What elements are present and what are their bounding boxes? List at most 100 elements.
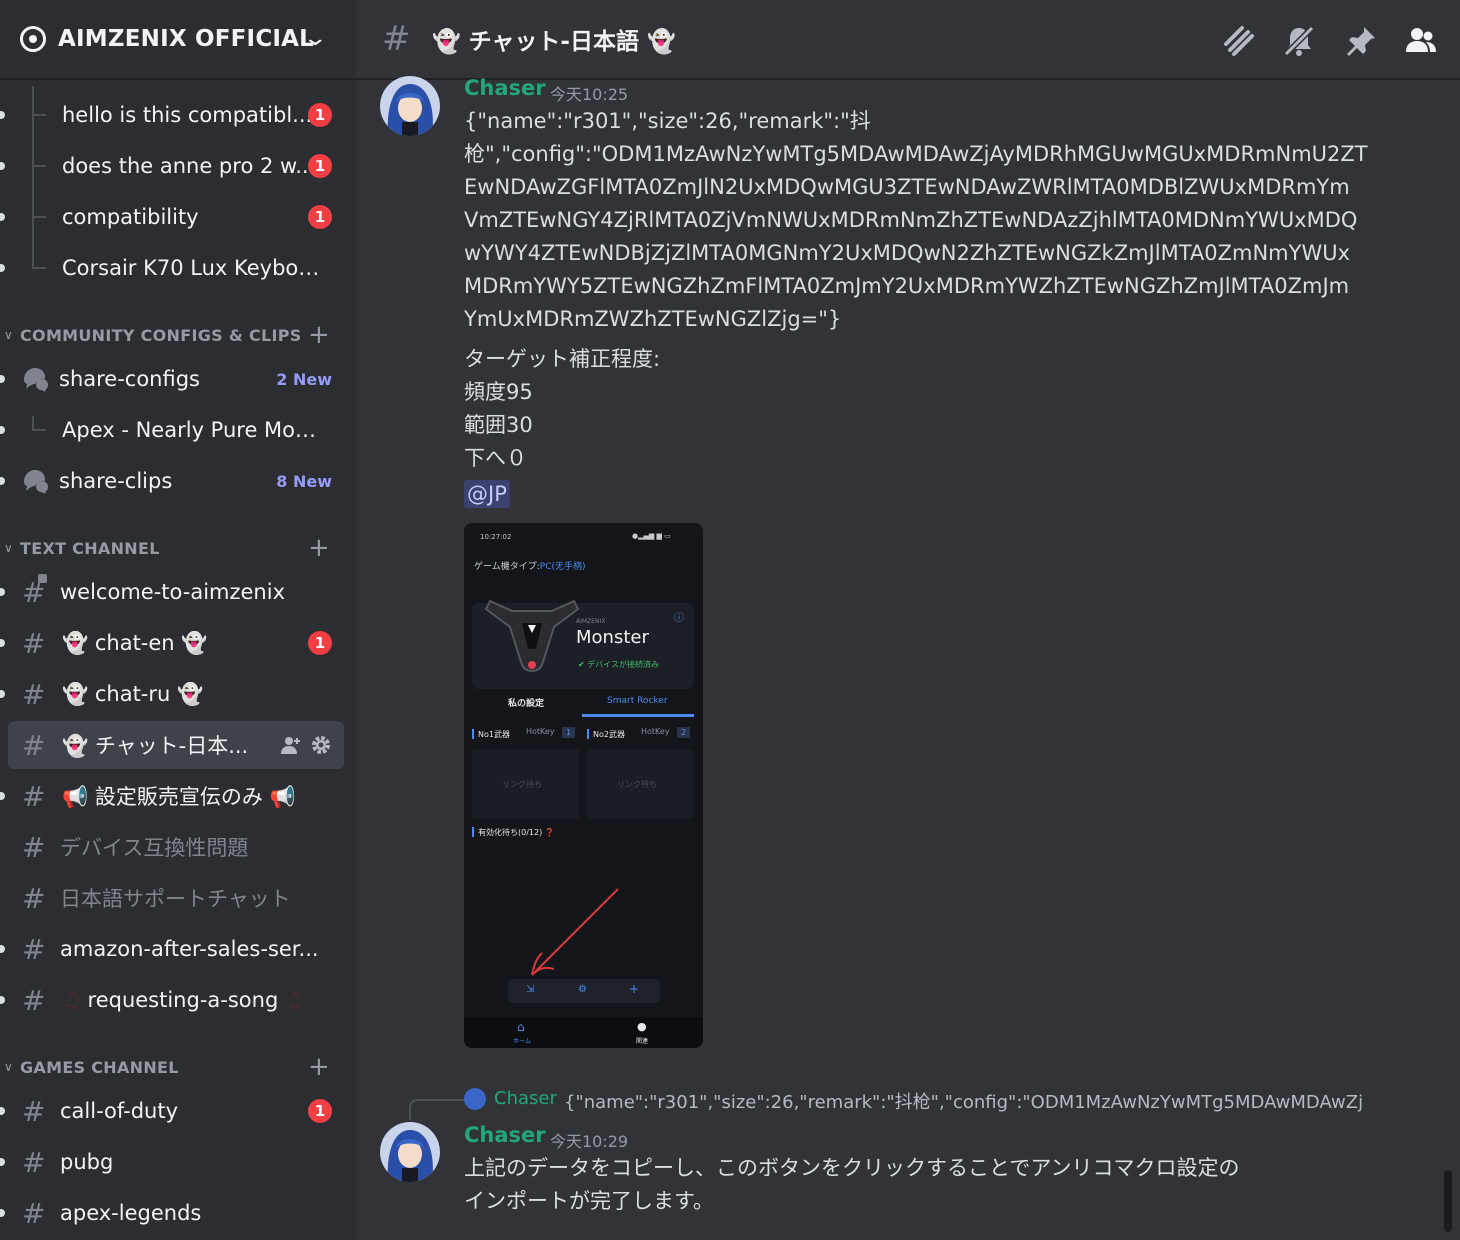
ghost-icon: 👻 bbox=[181, 630, 208, 655]
home-icon[interactable]: ⌂ bbox=[517, 1020, 525, 1034]
server-logo-icon bbox=[20, 26, 46, 52]
avatar[interactable] bbox=[380, 76, 440, 136]
chevron-down-icon[interactable]: ⌄ bbox=[302, 26, 328, 51]
hash-icon: # bbox=[22, 1196, 46, 1230]
thread-item[interactable]: compatibility 1 bbox=[0, 193, 356, 241]
pin-icon[interactable] bbox=[1344, 24, 1378, 58]
scrollbar-thumb[interactable] bbox=[1444, 1170, 1452, 1232]
server-header[interactable]: AIMZENIX OFFICIAL ⌄ bbox=[0, 0, 356, 80]
thread-item[interactable]: does the anne pro 2 w... 1 bbox=[0, 142, 356, 190]
ghost-icon: 👻 bbox=[62, 734, 89, 758]
add-channel-icon[interactable]: + bbox=[308, 1054, 330, 1080]
message-line: 下へ０ bbox=[464, 446, 527, 470]
gear-icon[interactable] bbox=[309, 733, 333, 757]
unread-dot bbox=[0, 162, 5, 170]
add-channel-icon[interactable]: + bbox=[308, 322, 330, 348]
channel-pubg[interactable]: # pubg bbox=[0, 1138, 356, 1186]
mention-badge: 1 bbox=[308, 154, 332, 178]
message-timestamp: 今天10:29 bbox=[550, 1132, 629, 1151]
link-wait-text: リンク待ち bbox=[617, 780, 657, 789]
unread-dot bbox=[0, 639, 5, 647]
scrollbar[interactable] bbox=[1442, 80, 1454, 1240]
member-list-icon[interactable] bbox=[1404, 24, 1438, 58]
hotkey2-value[interactable]: 2 bbox=[677, 727, 691, 738]
channel-chat-en[interactable]: # 👻 chat-en 👻 1 bbox=[0, 619, 356, 667]
music-note-icon: ♫ bbox=[284, 988, 304, 1012]
channel-apex[interactable]: # apex-legends bbox=[0, 1189, 356, 1237]
thread-label: hello is this compatibl... bbox=[62, 103, 313, 127]
red-arrow-annotation bbox=[531, 888, 619, 976]
thread-label: Apex - Nearly Pure Mou... bbox=[62, 418, 324, 442]
avatar[interactable] bbox=[380, 1122, 440, 1182]
invite-member-icon[interactable] bbox=[280, 734, 302, 756]
reply-author[interactable]: Chaser bbox=[494, 1088, 557, 1109]
channel-name: chat-ru bbox=[94, 681, 171, 706]
message-line: YmUxMDRmZWZhZTEwNGZlZjg="} bbox=[464, 307, 842, 331]
channel-song[interactable]: # ♫ requesting-a-song ♫ bbox=[0, 976, 356, 1024]
channel-chat-jp[interactable]: # 👻 チャット-日本... bbox=[0, 721, 356, 769]
category-games[interactable]: ∨ GAMES CHANNEL + bbox=[0, 1053, 356, 1081]
channel-name: 設定販売宣伝のみ bbox=[94, 785, 263, 809]
tab-smart-rocker[interactable]: Smart Rocker bbox=[607, 696, 668, 706]
info-icon[interactable]: ⓘ bbox=[674, 609, 684, 624]
channel-name: requesting-a-song bbox=[87, 988, 279, 1012]
phone-status-time: 10:27:02 bbox=[480, 533, 512, 541]
channel-welcome[interactable]: # welcome-to-aimzenix bbox=[0, 568, 356, 616]
lock-icon bbox=[38, 574, 47, 583]
channel-amazon[interactable]: # amazon-after-sales-ser... bbox=[0, 925, 356, 973]
channel-cod[interactable]: # call-of-duty 1 bbox=[0, 1087, 356, 1135]
message-timestamp: 今天10:25 bbox=[550, 85, 629, 104]
image-attachment[interactable]: 10:27:02 ●▂▄▆ ▆ ▭ ゲーム機タイプ:PC(无手柄) AIMZEN… bbox=[464, 523, 703, 1048]
hotkey-label: HotKey bbox=[641, 727, 670, 736]
message-author[interactable]: Chaser bbox=[464, 1123, 546, 1147]
category-text[interactable]: ∨ TEXT CHANNEL + bbox=[0, 534, 356, 562]
hash-icon: # bbox=[22, 1145, 46, 1179]
message-content: 上記のデータをコピーし、このボタンをクリックすることでアンリコマクロ設定の イン… bbox=[464, 1152, 1424, 1218]
channel-share-clips[interactable]: share-clips 8 New bbox=[0, 457, 356, 505]
thread-item[interactable]: hello is this compatibl... 1 bbox=[0, 91, 356, 139]
add-channel-icon[interactable]: + bbox=[308, 535, 330, 561]
ghost-icon: 👻 bbox=[62, 681, 89, 706]
reply-preview[interactable]: {"name":"r301","size":26,"remark":"抖枪","… bbox=[564, 1088, 1364, 1114]
channel-label: 日本語サポートチャット bbox=[60, 887, 291, 911]
unread-dot bbox=[0, 213, 5, 221]
role-mention[interactable]: @JP bbox=[464, 480, 510, 508]
person-icon[interactable]: ● bbox=[637, 1020, 647, 1033]
unread-dot bbox=[0, 792, 5, 800]
thread-item[interactable]: Corsair K70 Lux Keyboa... bbox=[0, 244, 356, 292]
category-label: COMMUNITY CONFIGS & CLIPS bbox=[20, 325, 302, 345]
reply-avatar[interactable] bbox=[464, 1088, 486, 1110]
message-line: 範囲30 bbox=[464, 413, 533, 437]
connection-status: ✔ デバイスが接続済み bbox=[578, 659, 659, 670]
threads-icon[interactable] bbox=[1222, 24, 1256, 58]
channel-name: chat-en bbox=[94, 630, 175, 655]
tab-my-settings[interactable]: 私の設定 bbox=[508, 696, 544, 709]
ghost-icon: 👻 bbox=[62, 630, 89, 655]
message-list: Chaser 今天10:25 {"name":"r301","size":26,… bbox=[356, 76, 1460, 1240]
channel-device-compat[interactable]: # デバイス互換性問題 bbox=[0, 823, 356, 871]
thread-item[interactable]: Apex - Nearly Pure Mou... bbox=[0, 406, 356, 454]
category-label: GAMES CHANNEL bbox=[20, 1057, 179, 1077]
help-icon[interactable]: ❓ bbox=[545, 828, 555, 837]
channel-settings-sales[interactable]: # 📢 設定販売宣伝のみ 📢 bbox=[0, 772, 356, 820]
chevron-down-icon: ∨ bbox=[4, 328, 13, 342]
thread-label: Corsair K70 Lux Keyboa... bbox=[62, 256, 324, 280]
hash-icon: # bbox=[22, 779, 46, 813]
notification-off-icon[interactable] bbox=[1282, 24, 1316, 58]
category-community[interactable]: ∨ COMMUNITY CONFIGS & CLIPS + bbox=[0, 321, 356, 349]
channel-chat-ru[interactable]: # 👻 chat-ru 👻 bbox=[0, 670, 356, 718]
import-icon[interactable]: ⇲ bbox=[526, 984, 534, 995]
hotkey1-value[interactable]: 1 bbox=[562, 727, 576, 738]
gear-icon[interactable]: ⚙ bbox=[578, 984, 587, 995]
device-brand: AIMZENIX bbox=[576, 618, 606, 625]
channel-jp-support[interactable]: # 日本語サポートチャット bbox=[0, 874, 356, 922]
channel-share-configs[interactable]: share-configs 2 New bbox=[0, 355, 356, 403]
channel-label: 👻 チャット-日本... bbox=[62, 730, 248, 760]
plus-icon[interactable]: + bbox=[629, 982, 639, 996]
channel-label: 📢 設定販売宣伝のみ 📢 bbox=[62, 781, 296, 811]
thread-label: compatibility bbox=[62, 205, 199, 229]
channel-name: チャット-日本... bbox=[94, 734, 249, 758]
message-author[interactable]: Chaser bbox=[464, 76, 546, 100]
message-line: wYWY4ZTEwNDBjZjZlMTA0MGNmY2UxMDQwN2ZhZTE… bbox=[464, 241, 1351, 265]
unread-dot bbox=[0, 945, 5, 953]
